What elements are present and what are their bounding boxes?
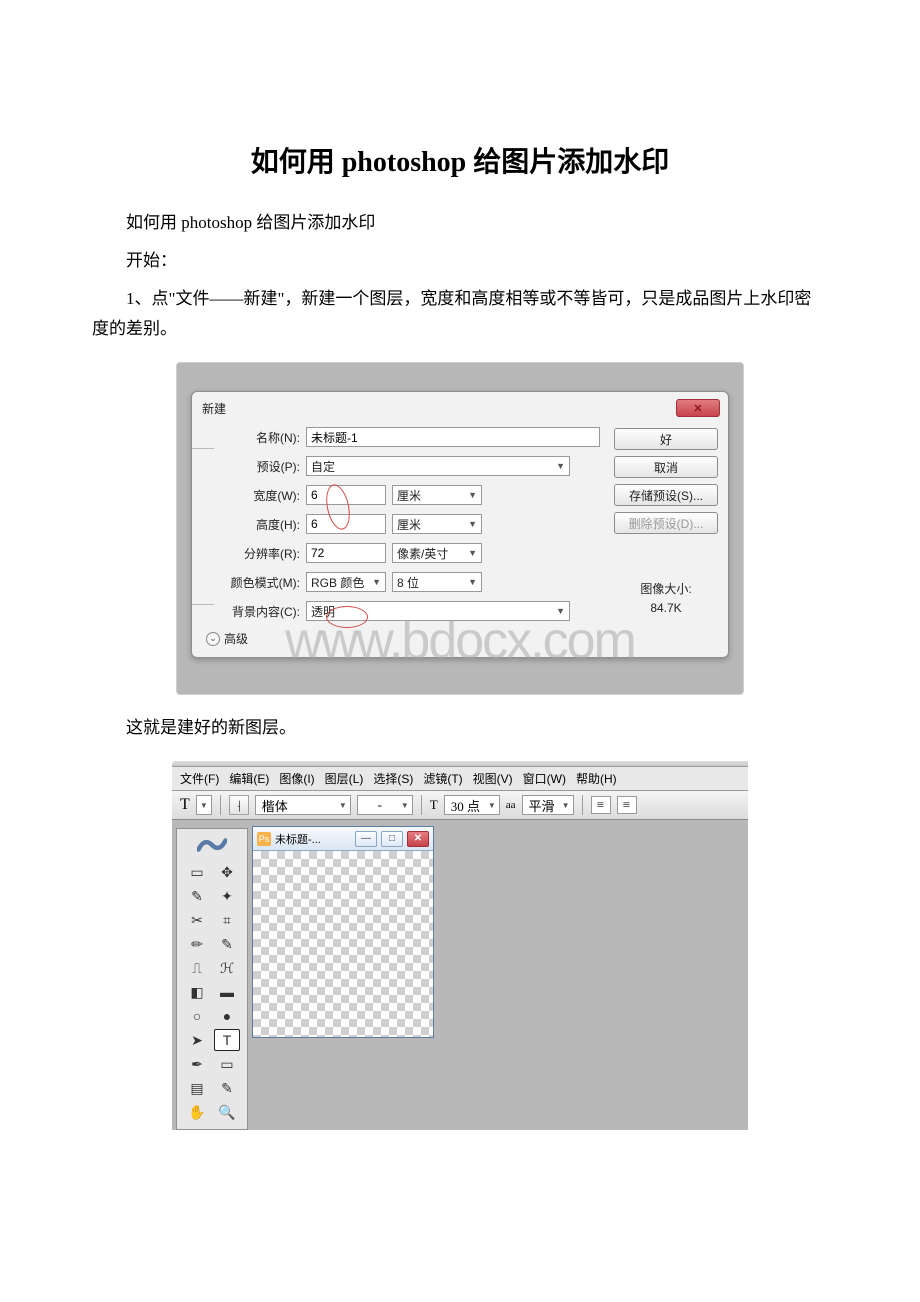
antialias-select[interactable]: 平滑	[522, 795, 574, 815]
pen-tool-icon[interactable]: ✒	[184, 1053, 210, 1075]
preset-label: 预设(P):	[202, 458, 306, 475]
eyedropper-tool-icon[interactable]: ✎	[214, 1077, 240, 1099]
image-size-value: 84.7K	[650, 601, 681, 615]
menu-filter[interactable]: 滤镜(T)	[423, 770, 462, 787]
resolution-input[interactable]	[306, 543, 386, 563]
menu-view[interactable]: 视图(V)	[473, 770, 513, 787]
eraser-tool-icon[interactable]: ◧	[184, 981, 210, 1003]
font-size-icon: T	[430, 797, 438, 813]
font-style-select[interactable]: -	[357, 795, 413, 815]
magic-wand-tool-icon[interactable]: ✦	[214, 885, 240, 907]
crop-tool-icon[interactable]: ✂	[184, 909, 210, 931]
menu-window[interactable]: 窗口(W)	[523, 770, 566, 787]
height-input[interactable]	[306, 514, 386, 534]
chevron-down-icon[interactable]: ⌄	[206, 632, 220, 646]
healing-brush-tool-icon[interactable]: ✏	[184, 933, 210, 955]
font-family-select[interactable]: 楷体	[255, 795, 351, 815]
body-text: 开始：	[92, 246, 828, 276]
color-mode-select[interactable]: RGB 颜色	[311, 574, 372, 591]
transparent-canvas[interactable]	[253, 851, 433, 1037]
gradient-tool-icon[interactable]: ▬	[214, 981, 240, 1003]
close-button[interactable]: ✕	[407, 831, 429, 847]
ps-logo-icon	[183, 833, 241, 857]
shape-tool-icon[interactable]: ▭	[214, 1053, 240, 1075]
chevron-down-icon: ▼	[468, 519, 477, 529]
background-label: 背景内容(C):	[202, 603, 306, 620]
delete-preset-button: 删除预设(D)...	[614, 512, 718, 534]
document-title: 未标题-...	[275, 831, 351, 847]
document-window: Ps 未标题-... — □ ✕	[252, 826, 434, 1038]
resolution-label: 分辨率(R):	[202, 545, 306, 562]
menu-help[interactable]: 帮助(H)	[576, 770, 617, 787]
bit-depth-select[interactable]: 8 位	[397, 574, 468, 591]
name-label: 名称(N):	[202, 429, 306, 446]
width-unit-select[interactable]: 厘米	[397, 487, 468, 504]
body-text: 如何用 photoshop 给图片添加水印	[92, 208, 828, 238]
cancel-button[interactable]: 取消	[614, 456, 718, 478]
path-tool-icon[interactable]: ➤	[184, 1029, 210, 1051]
type-tool-icon[interactable]: T	[214, 1029, 240, 1051]
background-select[interactable]: 透明	[311, 603, 556, 620]
menu-select[interactable]: 选择(S)	[373, 770, 413, 787]
notes-tool-icon[interactable]: ▤	[184, 1077, 210, 1099]
close-button[interactable]: ✕	[676, 399, 720, 417]
text-orientation-button[interactable]: ⸡	[229, 795, 249, 815]
zoom-tool-icon[interactable]: 🔍	[214, 1101, 240, 1123]
marquee-tool-icon[interactable]: ▭	[184, 861, 210, 883]
document-icon: Ps	[257, 832, 271, 846]
body-text: 1、点"文件——新建"，新建一个图层，宽度和高度相等或不等皆可，只是成品图片上水…	[92, 284, 828, 344]
advanced-toggle[interactable]: 高级	[224, 630, 248, 647]
align-center-icon[interactable]: ≡	[617, 796, 637, 814]
maximize-button[interactable]: □	[381, 831, 403, 847]
toolbox: ▭ ✥ ✎ ✦ ✂ ⌗ ✏ ✎ ⎍ ℋ ◧ ▬ ○ ● ➤ T ✒ ▭ ▤ ✎	[176, 828, 248, 1130]
type-tool-icon: T	[180, 796, 190, 814]
body-text: 这就是建好的新图层。	[92, 713, 828, 743]
blur-tool-icon[interactable]: ○	[184, 1005, 210, 1027]
options-bar: T ⸡ 楷体 - T 30 点 aa 平滑 ≡ ≡	[172, 791, 748, 820]
menu-edit[interactable]: 编辑(E)	[229, 770, 269, 787]
chevron-down-icon: ▼	[556, 461, 565, 471]
menu-bar: 文件(F) 编辑(E) 图像(I) 图层(L) 选择(S) 滤镜(T) 视图(V…	[172, 767, 748, 791]
menu-image[interactable]: 图像(I)	[279, 770, 314, 787]
lasso-tool-icon[interactable]: ✎	[184, 885, 210, 907]
height-unit-select[interactable]: 厘米	[397, 516, 468, 533]
screenshot-new-dialog: 新建 ✕ 名称(N): 预设(P): 自定 ▼	[176, 362, 744, 695]
resolution-unit-select[interactable]: 像素/英寸	[397, 545, 468, 562]
type-tool-preset[interactable]	[196, 795, 212, 815]
save-preset-button[interactable]: 存储预设(S)...	[614, 484, 718, 506]
chevron-down-icon: ▼	[556, 606, 565, 616]
chevron-down-icon: ▼	[468, 577, 477, 587]
chevron-down-icon: ▼	[372, 577, 381, 587]
height-label: 高度(H):	[202, 516, 306, 533]
menu-layer[interactable]: 图层(L)	[325, 770, 364, 787]
preset-select[interactable]: 自定	[311, 458, 556, 475]
antialias-label: aa	[506, 799, 516, 811]
screenshot-ps-main: 文件(F) 编辑(E) 图像(I) 图层(L) 选择(S) 滤镜(T) 视图(V…	[172, 761, 748, 1130]
dodge-tool-icon[interactable]: ●	[214, 1005, 240, 1027]
align-left-icon[interactable]: ≡	[591, 796, 611, 814]
page-title: 如何用 photoshop 给图片添加水印	[92, 140, 828, 180]
name-input[interactable]	[306, 427, 600, 447]
slice-tool-icon[interactable]: ⌗	[214, 909, 240, 931]
minimize-button[interactable]: —	[355, 831, 377, 847]
stamp-tool-icon[interactable]: ⎍	[184, 957, 210, 979]
hand-tool-icon[interactable]: ✋	[184, 1101, 210, 1123]
menu-file[interactable]: 文件(F)	[180, 770, 219, 787]
width-input[interactable]	[306, 485, 386, 505]
ok-button[interactable]: 好	[614, 428, 718, 450]
brush-tool-icon[interactable]: ✎	[214, 933, 240, 955]
font-size-select[interactable]: 30 点	[444, 795, 500, 815]
width-label: 宽度(W):	[202, 487, 306, 504]
chevron-down-icon: ▼	[468, 548, 477, 558]
chevron-down-icon: ▼	[468, 490, 477, 500]
color-mode-label: 颜色模式(M):	[202, 574, 306, 591]
dialog-title: 新建	[202, 400, 226, 417]
history-brush-tool-icon[interactable]: ℋ	[214, 957, 240, 979]
image-size-label: 图像大小:	[614, 580, 718, 597]
move-tool-icon[interactable]: ✥	[214, 861, 240, 883]
